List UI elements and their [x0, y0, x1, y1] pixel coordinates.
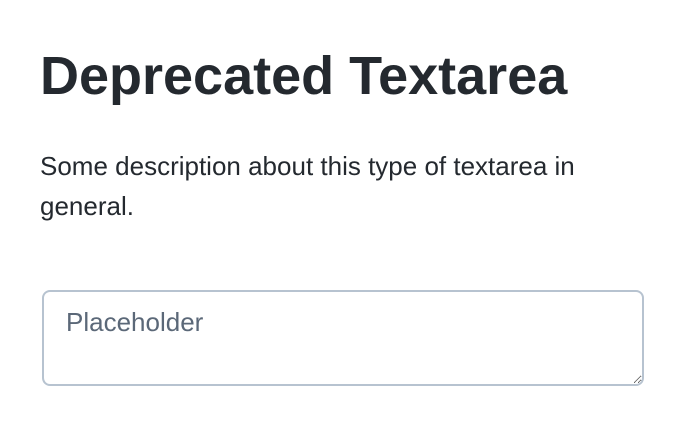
page: Deprecated Textarea Some description abo… — [0, 0, 686, 428]
page-title: Deprecated Textarea — [40, 46, 568, 106]
textarea-container — [42, 290, 644, 386]
page-description: Some description about this type of text… — [40, 151, 575, 221]
deprecated-textarea[interactable] — [42, 290, 644, 386]
